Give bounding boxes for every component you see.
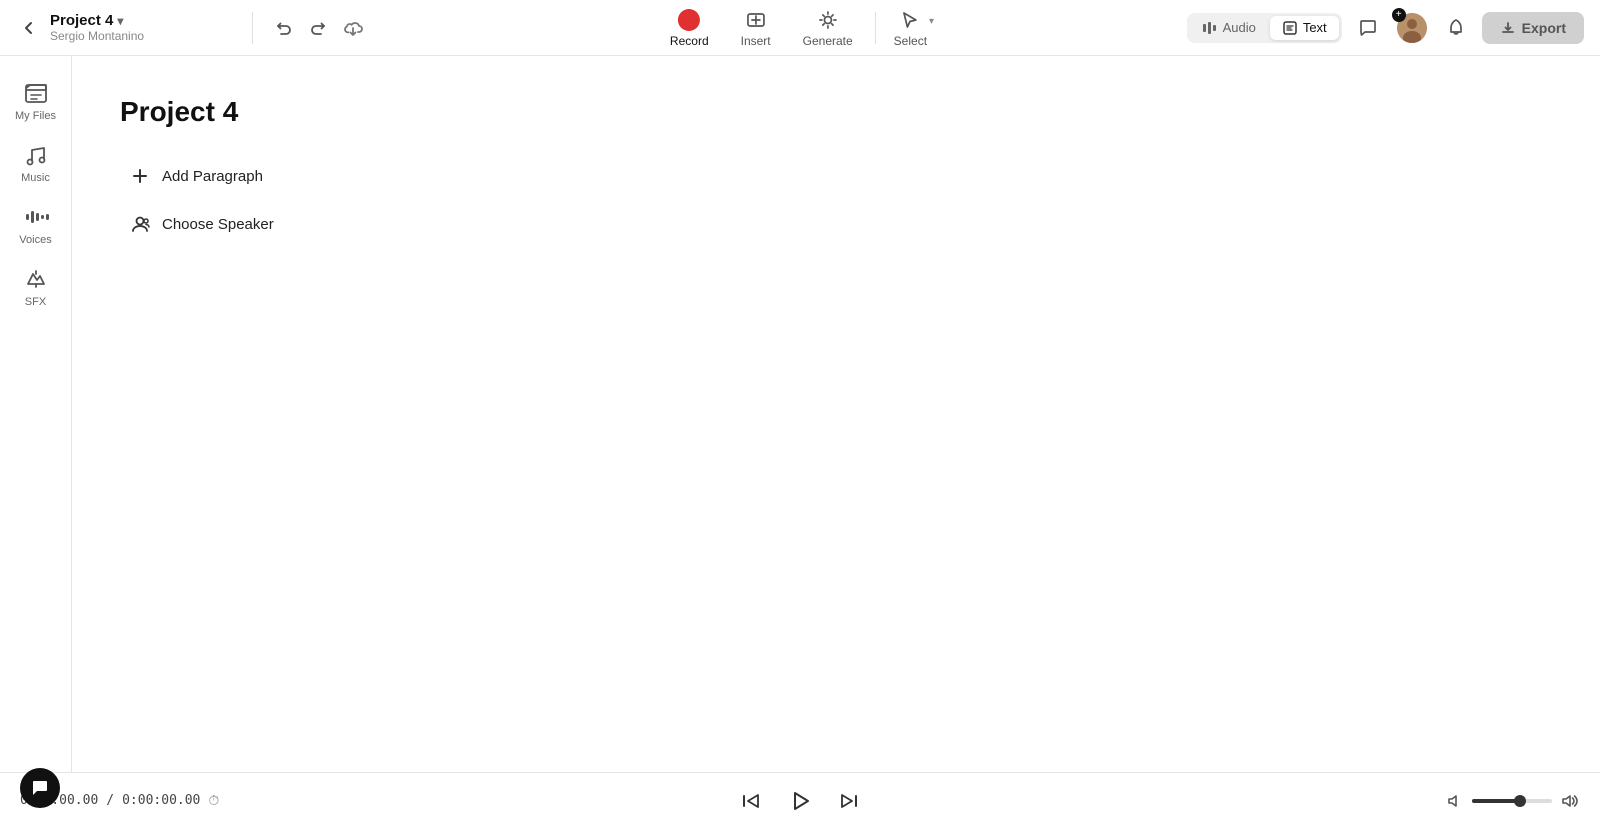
content-area: Project 4 Add Paragraph Choose Speaker xyxy=(72,56,1600,772)
audio-toggle-label: Audio xyxy=(1223,20,1256,35)
toolbar-center: Record Insert Generate xyxy=(656,2,944,54)
choose-speaker-label: Choose Speaker xyxy=(162,216,274,233)
sidebar-label-music: Music xyxy=(21,172,50,184)
music-icon xyxy=(23,142,49,168)
bottom-right xyxy=(1444,790,1580,812)
volume-up-button[interactable] xyxy=(1558,790,1580,812)
sidebar-label-voices: Voices xyxy=(19,234,51,246)
header: Project 4 ▾ Sergio Montanino xyxy=(0,0,1600,56)
header-right: Audio Text + xyxy=(1187,10,1584,46)
fast-forward-button[interactable] xyxy=(834,786,864,816)
timer-icon: ⏱ xyxy=(208,793,219,809)
add-user-plus-badge: + xyxy=(1392,8,1406,22)
undo-redo-group xyxy=(269,13,369,43)
volume-down-button[interactable] xyxy=(1444,790,1466,812)
time-separator: / xyxy=(106,793,114,808)
sidebar-item-my-files[interactable]: My Files xyxy=(6,72,66,130)
bottom-bar: 0:00:00.00 / 0:00:00.00 ⏱ xyxy=(0,772,1600,828)
insert-tool[interactable]: Insert xyxy=(727,4,785,52)
sidebar-item-music[interactable]: Music xyxy=(6,134,66,192)
header-left: Project 4 ▾ Sergio Montanino xyxy=(16,12,236,43)
volume-slider-track[interactable] xyxy=(1472,799,1552,803)
project-owner: Sergio Montanino xyxy=(50,29,144,43)
add-paragraph-label: Add Paragraph xyxy=(162,168,263,185)
notification-button[interactable] xyxy=(1438,10,1474,46)
add-paragraph-row[interactable]: Add Paragraph xyxy=(120,160,1552,192)
play-button[interactable] xyxy=(782,783,818,819)
project-title-row[interactable]: Project 4 ▾ xyxy=(50,12,144,29)
cloud-save-button[interactable] xyxy=(337,13,369,43)
sidebar-item-voices[interactable]: Voices xyxy=(6,196,66,254)
volume-slider-thumb xyxy=(1514,795,1526,807)
export-label: Export xyxy=(1522,20,1566,36)
playback-controls xyxy=(736,783,864,819)
audio-text-toggle: Audio Text xyxy=(1187,13,1342,43)
choose-speaker-row[interactable]: Choose Speaker xyxy=(120,208,1552,240)
redo-button[interactable] xyxy=(303,13,333,43)
toolbar-divider xyxy=(875,12,876,44)
select-icon xyxy=(898,8,922,32)
insert-icon xyxy=(744,8,768,32)
undo-button[interactable] xyxy=(269,13,299,43)
add-user-button[interactable]: + xyxy=(1394,10,1430,46)
insert-label: Insert xyxy=(741,34,771,48)
record-icon xyxy=(677,8,701,32)
sidebar-label-sfx: SFX xyxy=(25,296,46,308)
select-tool[interactable]: Select ▾ xyxy=(884,2,944,54)
chat-button[interactable] xyxy=(1350,10,1386,46)
generate-label: Generate xyxy=(803,34,853,48)
floating-chat-button[interactable] xyxy=(20,768,60,808)
rewind-button[interactable] xyxy=(736,786,766,816)
select-label: Select xyxy=(894,34,927,48)
dropdown-icon: ▾ xyxy=(117,14,123,28)
record-tool[interactable]: Record xyxy=(656,4,723,52)
sidebar: My Files Music xyxy=(0,56,72,772)
my-files-icon xyxy=(23,80,49,106)
text-toggle-button[interactable]: Text xyxy=(1270,16,1339,40)
sidebar-label-my-files: My Files xyxy=(15,110,56,122)
sidebar-item-sfx[interactable]: SFX xyxy=(6,258,66,316)
main-layout: My Files Music xyxy=(0,56,1600,772)
export-button[interactable]: Export xyxy=(1482,12,1584,44)
header-divider-1 xyxy=(252,12,253,44)
volume-slider-fill xyxy=(1472,799,1520,803)
sfx-icon xyxy=(23,266,49,292)
audio-toggle-button[interactable]: Audio xyxy=(1190,16,1268,40)
time-total: 0:00:00.00 xyxy=(122,793,200,808)
add-paragraph-icon xyxy=(128,166,152,186)
project-info: Project 4 ▾ Sergio Montanino xyxy=(50,12,144,43)
back-button[interactable] xyxy=(16,15,42,41)
generate-tool[interactable]: Generate xyxy=(789,4,867,52)
record-label: Record xyxy=(670,34,709,48)
project-title: Project 4 xyxy=(50,12,113,29)
choose-speaker-icon xyxy=(128,214,152,234)
text-toggle-label: Text xyxy=(1303,20,1327,35)
voices-icon xyxy=(23,204,49,230)
select-dropdown-icon: ▾ xyxy=(929,16,934,27)
generate-icon xyxy=(816,8,840,32)
volume-control xyxy=(1444,790,1580,812)
content-project-title: Project 4 xyxy=(120,96,1552,128)
